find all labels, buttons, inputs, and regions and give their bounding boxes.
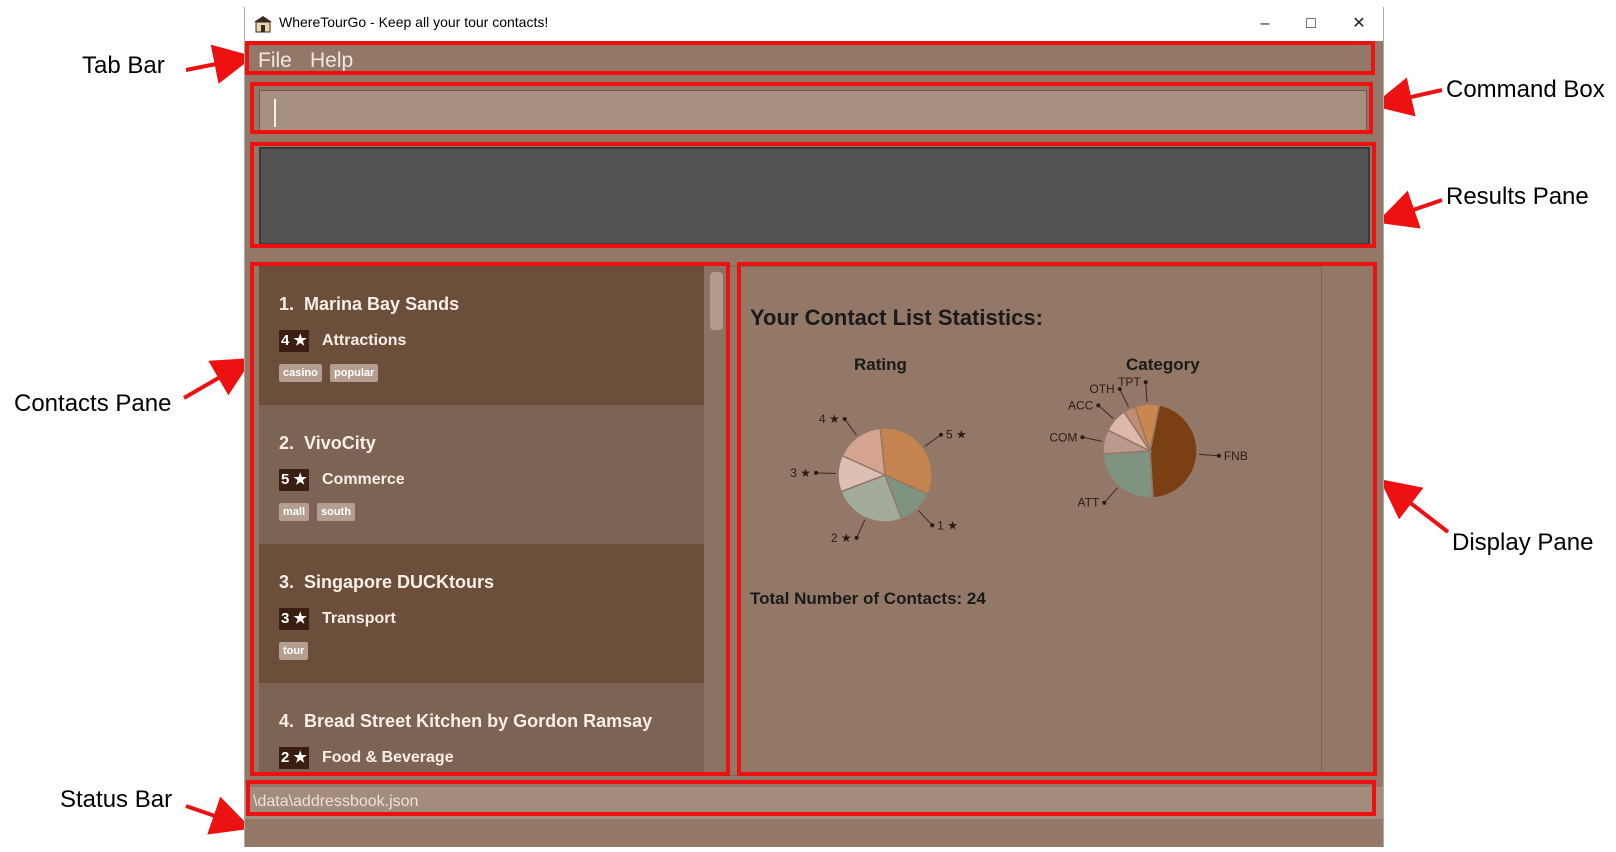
- annotation-contacts-pane: Contacts Pane: [14, 390, 172, 417]
- highlight-command-box: [250, 82, 1373, 134]
- annotation-results-pane: Results Pane: [1446, 183, 1589, 210]
- window-title: WhereTourGo - Keep all your tour contact…: [279, 14, 549, 30]
- highlight-display-pane: [737, 262, 1377, 776]
- maximize-button[interactable]: □: [1291, 11, 1331, 37]
- annotation-command-box: Command Box: [1446, 76, 1605, 103]
- highlight-results-pane: [250, 142, 1376, 248]
- minimize-button[interactable]: –: [1245, 11, 1285, 37]
- annotation-tab-bar: Tab Bar: [82, 52, 165, 79]
- app-icon: [254, 16, 272, 33]
- annotation-status-bar: Status Bar: [60, 786, 173, 813]
- annotation-display-pane: Display Pane: [1452, 529, 1594, 556]
- close-button[interactable]: ✕: [1339, 11, 1379, 37]
- highlight-contacts-pane: [250, 262, 730, 776]
- highlight-tab-bar: [245, 41, 1375, 75]
- title-bar: WhereTourGo - Keep all your tour contact…: [245, 7, 1383, 41]
- highlight-status-bar: [246, 780, 1376, 816]
